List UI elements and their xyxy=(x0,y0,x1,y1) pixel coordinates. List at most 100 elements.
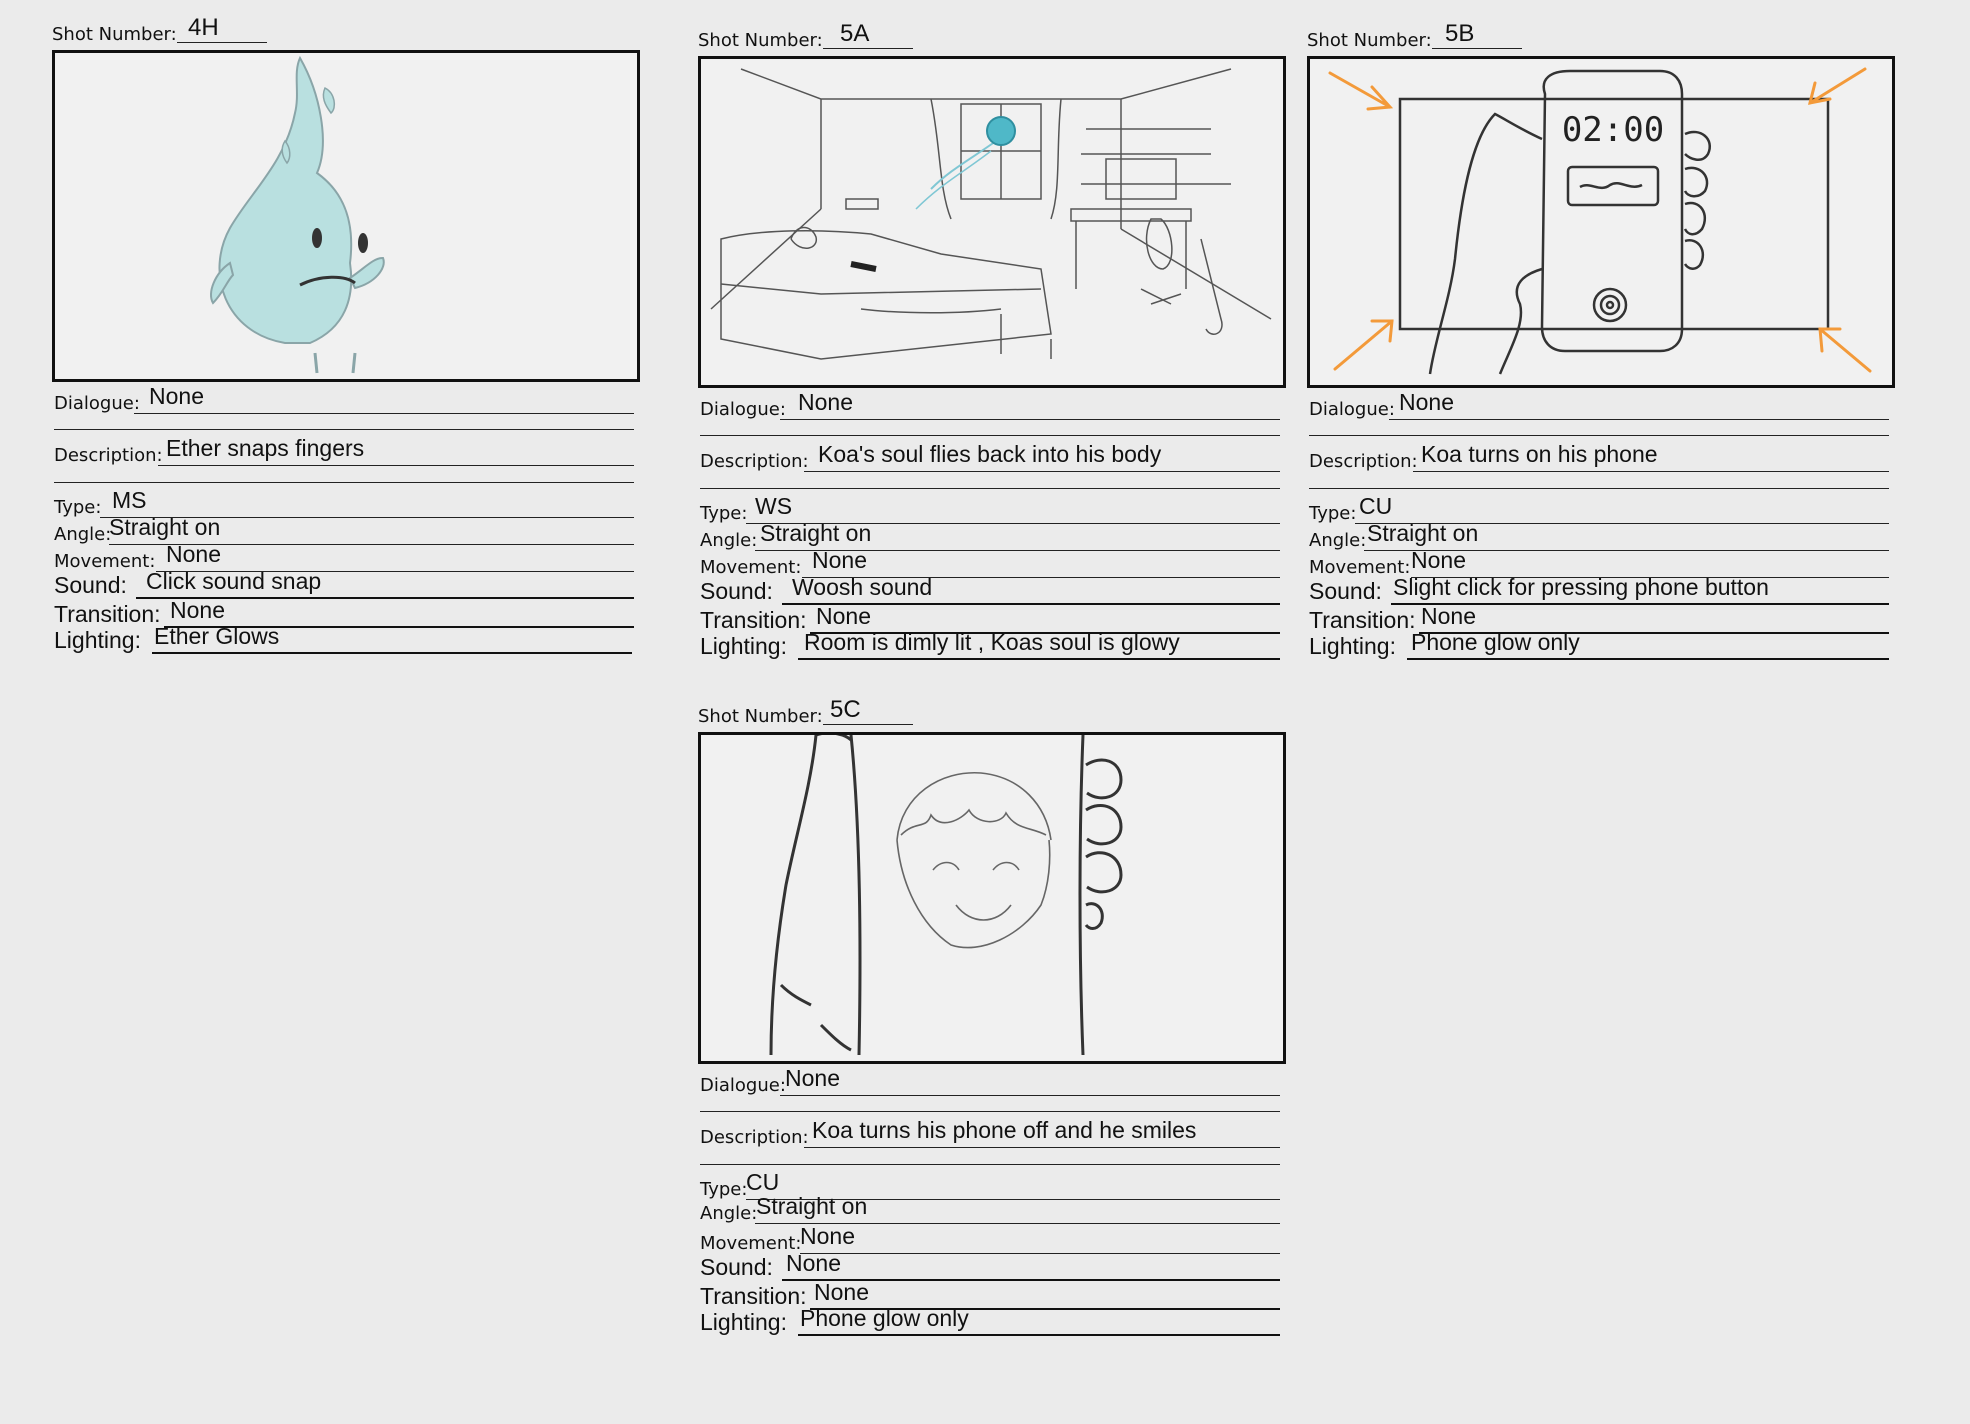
transition-value: None xyxy=(1421,603,1476,629)
sketch-frame xyxy=(52,50,640,382)
shot-number-value: 5C xyxy=(830,696,861,723)
lighting-field: Lighting: Phone glow only xyxy=(1309,629,1889,662)
angle-value: Straight on xyxy=(760,520,872,546)
description-value: Ether snaps fingers xyxy=(166,435,365,461)
shot-number-row: Shot Number: 5B xyxy=(1307,20,1567,54)
movement-value: None xyxy=(166,541,221,567)
dialogue-field: Dialogue: None xyxy=(1309,389,1889,422)
description-label: Description: xyxy=(700,451,809,472)
sound-field: Sound: None xyxy=(700,1250,1280,1283)
movement-field: Movement: None xyxy=(54,541,634,574)
sound-value: Click sound snap xyxy=(146,568,322,594)
lighting-value: Phone glow only xyxy=(800,1305,969,1331)
lighting-value: Room is dimly lit , Koas soul is glowy xyxy=(804,629,1180,655)
hand-phone-sketch: 02:00 xyxy=(1328,67,1872,375)
dialogue-value: None xyxy=(798,389,853,415)
description-field: Description: Koa turns on his phone xyxy=(1309,441,1889,474)
dialogue-label: Dialogue: xyxy=(54,393,140,414)
shot-number-row: Shot Number: 5A xyxy=(698,20,958,54)
sound-field: Sound: Slight click for pressing phone b… xyxy=(1309,574,1889,607)
shot-number-label: Shot Number: xyxy=(698,30,823,51)
angle-label: Angle: xyxy=(700,1203,758,1224)
description-label: Description: xyxy=(700,1127,809,1148)
angle-value: Straight on xyxy=(109,514,221,540)
sound-field: Sound: Woosh sound xyxy=(700,574,1280,607)
angle-value: Straight on xyxy=(1367,520,1479,546)
description-label: Description: xyxy=(1309,451,1418,472)
movement-label: Movement: xyxy=(54,551,156,572)
transition-label: Transition: xyxy=(700,1283,807,1309)
dialogue-value: None xyxy=(149,383,204,409)
type-value: CU xyxy=(1359,493,1393,519)
dialogue-value: None xyxy=(1399,389,1454,415)
transition-label: Transition: xyxy=(54,601,161,627)
dialogue-label: Dialogue: xyxy=(700,1075,786,1096)
sound-label: Sound: xyxy=(54,572,127,598)
type-label: Type: xyxy=(1309,503,1357,524)
sound-label: Sound: xyxy=(700,1254,773,1280)
dialogue-value: None xyxy=(785,1065,840,1091)
transition-value: None xyxy=(814,1279,869,1305)
movement-value: None xyxy=(800,1223,855,1249)
angle-field: Angle: Straight on xyxy=(700,520,1280,553)
lighting-label: Lighting: xyxy=(54,627,141,653)
dialogue-field: Dialogue: None xyxy=(700,1065,1280,1098)
transition-value: None xyxy=(170,597,225,623)
description-label: Description: xyxy=(54,445,163,466)
movement-label: Movement: xyxy=(700,557,802,578)
lighting-label: Lighting: xyxy=(700,1309,787,1335)
shot-number-value: 5A xyxy=(840,20,870,47)
shot-number-value: 4H xyxy=(188,14,219,41)
description-value: Koa's soul flies back into his body xyxy=(818,441,1162,467)
shot-number-row: Shot Number: 4H xyxy=(52,14,312,48)
angle-field: Angle: Straight on xyxy=(700,1193,1280,1226)
type-value: CU xyxy=(746,1169,780,1195)
lighting-label: Lighting: xyxy=(700,633,787,659)
dialogue-label: Dialogue: xyxy=(700,399,786,420)
description-field: Description: Koa turns his phone off and… xyxy=(700,1117,1280,1150)
description-field: Description: Koa's soul flies back into … xyxy=(700,441,1280,474)
smiling-face-sketch xyxy=(769,735,1123,1056)
sketch-frame: 02:00 xyxy=(1307,56,1895,388)
type-value: MS xyxy=(112,487,147,513)
lighting-field: Lighting: Phone glow only xyxy=(700,1305,1280,1338)
shot-number-value: 5B xyxy=(1445,20,1475,47)
sound-field: Sound: Click sound snap xyxy=(54,568,634,601)
sound-label: Sound: xyxy=(1309,578,1382,604)
angle-label: Angle: xyxy=(700,530,758,551)
shot-number-row: Shot Number: 5C xyxy=(698,696,958,730)
shot-number-label: Shot Number: xyxy=(1307,30,1432,51)
sound-value: None xyxy=(786,1250,841,1276)
description-value: Koa turns his phone off and he smiles xyxy=(812,1117,1197,1143)
shot-number-label: Shot Number: xyxy=(698,706,823,727)
movement-value: None xyxy=(812,547,867,573)
movement-value: None xyxy=(1411,547,1466,573)
angle-value: Straight on xyxy=(756,1193,868,1219)
sketch-frame xyxy=(698,732,1286,1064)
angle-field: Angle: Straight on xyxy=(54,514,634,547)
description-field: Description: Ether snaps fingers xyxy=(54,435,634,468)
angle-label: Angle: xyxy=(1309,530,1367,551)
lighting-label: Lighting: xyxy=(1309,633,1396,659)
movement-field: Movement: None xyxy=(700,547,1280,580)
angle-label: Angle: xyxy=(54,524,112,545)
bedroom-sketch xyxy=(710,68,1272,360)
phone-clock-readout: 02:00 xyxy=(1562,110,1664,150)
sound-value: Woosh sound xyxy=(792,574,933,600)
type-value: WS xyxy=(755,493,793,519)
shot-number-label: Shot Number: xyxy=(52,24,177,45)
dialogue-field: Dialogue: None xyxy=(700,389,1280,422)
lighting-field: Lighting: Ether Glows xyxy=(54,623,634,656)
description-value: Koa turns on his phone xyxy=(1421,441,1658,467)
type-label: Type: xyxy=(700,503,748,524)
dialogue-field: Dialogue: None xyxy=(54,383,634,416)
transition-label: Transition: xyxy=(700,607,807,633)
type-label: Type: xyxy=(54,497,102,518)
lighting-value: Phone glow only xyxy=(1411,629,1580,655)
sketch-frame xyxy=(698,56,1286,388)
angle-field: Angle: Straight on xyxy=(1309,520,1889,553)
transition-label: Transition: xyxy=(1309,607,1416,633)
lighting-field: Lighting: Room is dimly lit , Koas soul … xyxy=(700,629,1280,662)
lighting-value: Ether Glows xyxy=(154,623,280,649)
sound-label: Sound: xyxy=(700,578,773,604)
